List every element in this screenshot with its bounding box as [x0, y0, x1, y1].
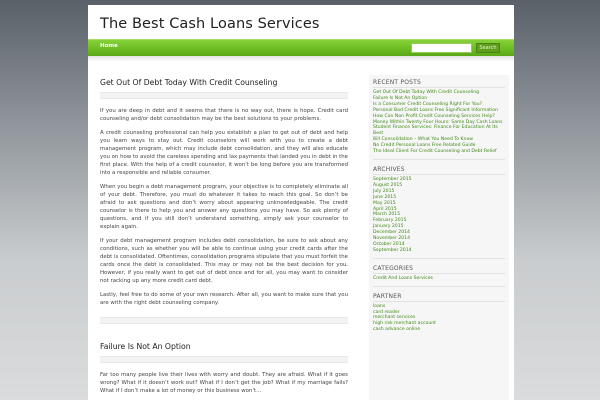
search-button[interactable]: Search	[476, 43, 500, 53]
widget-title: CATEGORIES	[373, 264, 505, 274]
widget-divider	[373, 282, 505, 287]
recent-post-link[interactable]: The Ideal Client For Credit Counseling a…	[373, 149, 505, 155]
widget-divider	[373, 155, 505, 160]
post: Failure Is Not An Option Far too many pe…	[100, 342, 348, 395]
categories-widget: CATEGORIES Credit And Loans Services	[369, 264, 509, 282]
page-container: The Best Cash Loans Services Home Search…	[88, 5, 514, 400]
post-paragraph: If you are deep in debt and it seems tha…	[100, 108, 348, 122]
sidebar: RECENT POSTS Get Out Of Debt Today With …	[369, 75, 509, 400]
site-title[interactable]: The Best Cash Loans Services	[100, 16, 320, 32]
post-separator	[100, 317, 348, 324]
widget-title: ARCHIVES	[373, 165, 505, 175]
post-title-divider	[100, 92, 348, 99]
post-paragraph: Far too many people live their lives wit…	[100, 372, 348, 394]
post-paragraph: Lastly, feel free to do some of your own…	[100, 292, 348, 306]
post: Get Out Of Debt Today With Credit Counse…	[100, 78, 348, 324]
post-body: Far too many people live their lives wit…	[100, 371, 348, 395]
recent-posts-widget: RECENT POSTS Get Out Of Debt Today With …	[369, 78, 509, 155]
nav-bar: Home Search	[88, 39, 514, 56]
nav-item-home[interactable]: Home	[100, 43, 118, 49]
recent-post-link[interactable]: Student Finance Services: Finance For Ed…	[373, 125, 505, 137]
archives-list: September 2015 August 2015 July 2015 June 2…	[373, 177, 505, 254]
partner-list: loans card reader merchant services high ri…	[373, 304, 505, 334]
widget-title: PARTNER	[373, 292, 505, 302]
widget-title: RECENT POSTS	[373, 78, 505, 88]
post-paragraph: If your debt management program includes…	[100, 238, 348, 284]
post-title-divider	[100, 356, 348, 363]
nav-shadow	[88, 56, 514, 62]
recent-posts-list: Get Out Of Debt Today With Credit Counse…	[373, 90, 505, 155]
widget-divider	[373, 254, 505, 259]
post-title[interactable]: Failure Is Not An Option	[100, 342, 348, 352]
recent-post-link[interactable]: Personal Bad Credit Loans Free Significa…	[373, 108, 505, 114]
search-input[interactable]	[411, 43, 472, 53]
post-title[interactable]: Get Out Of Debt Today With Credit Counse…	[100, 78, 348, 88]
post-body: If you are deep in debt and it seems tha…	[100, 107, 348, 307]
partner-widget: PARTNER loans card reader merchant service…	[369, 292, 509, 334]
post-paragraph: When you begin a debt management program…	[100, 184, 348, 230]
post-paragraph: A credit counseling professional can hel…	[100, 130, 348, 176]
main-content: Get Out Of Debt Today With Credit Counse…	[100, 78, 348, 395]
recent-post-link[interactable]: How Can Non Profit Credit Counseling Ser…	[373, 114, 505, 120]
partner-link[interactable]: cash advance online	[373, 327, 505, 333]
archives-widget: ARCHIVES September 2015 August 2015 July 2…	[369, 165, 509, 254]
